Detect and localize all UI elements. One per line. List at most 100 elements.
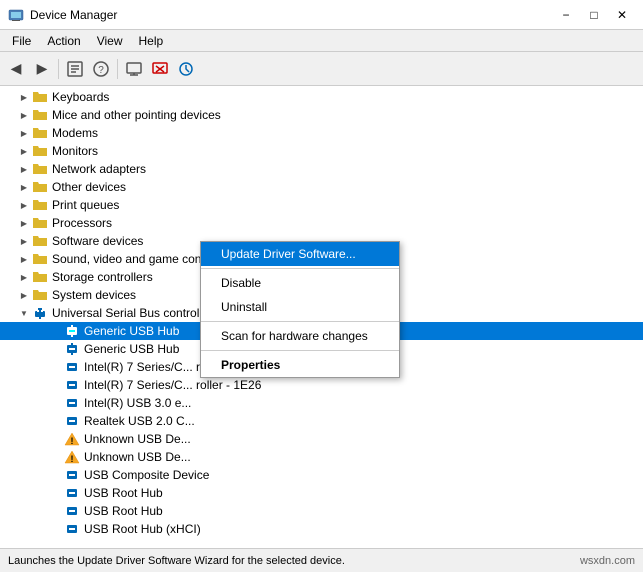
- list-item[interactable]: Print queues: [0, 196, 643, 214]
- expand-arrow: [48, 467, 64, 483]
- warning-icon: !: [64, 431, 80, 447]
- usb-device-icon: [64, 503, 80, 519]
- minimize-button[interactable]: −: [553, 5, 579, 25]
- item-label: Modems: [52, 126, 98, 140]
- item-label: Other devices: [52, 180, 126, 194]
- folder-icon: [32, 287, 48, 303]
- toolbar: ◀ ▶ ?: [0, 52, 643, 86]
- menu-file[interactable]: File: [4, 32, 39, 50]
- toolbar-separator-1: [58, 59, 59, 79]
- status-brand: wsxdn.com: [580, 555, 635, 567]
- expand-arrow[interactable]: [16, 143, 32, 159]
- expand-arrow[interactable]: [16, 89, 32, 105]
- item-label: USB Composite Device: [84, 468, 209, 482]
- list-item[interactable]: Realtek USB 2.0 C...: [0, 412, 643, 430]
- list-item[interactable]: Keyboards: [0, 88, 643, 106]
- svg-text:?: ?: [98, 65, 104, 76]
- menu-bar: File Action View Help: [0, 30, 643, 52]
- svg-text:!: !: [71, 436, 74, 446]
- list-item[interactable]: USB Composite Device: [0, 466, 643, 484]
- list-item[interactable]: Intel(R) USB 3.0 e...: [0, 394, 643, 412]
- status-bar: Launches the Update Driver Software Wiza…: [0, 548, 643, 572]
- window-controls: − □ ✕: [553, 5, 635, 25]
- item-label: Storage controllers: [52, 270, 153, 284]
- usb-hub-icon: [32, 305, 48, 321]
- expand-arrow[interactable]: [16, 215, 32, 231]
- scan-button[interactable]: [174, 57, 198, 81]
- item-label: Processors: [52, 216, 112, 230]
- list-item[interactable]: Network adapters: [0, 160, 643, 178]
- context-menu-separator-2: [201, 321, 399, 322]
- list-item[interactable]: Monitors: [0, 142, 643, 160]
- expand-arrow[interactable]: [16, 305, 32, 321]
- uninstall-button[interactable]: [148, 57, 172, 81]
- item-label: Intel(R) USB 3.0 e...: [84, 396, 191, 410]
- expand-arrow: [48, 449, 64, 465]
- device-tree[interactable]: Keyboards Mice and other pointing device…: [0, 86, 643, 548]
- list-item[interactable]: USB Root Hub: [0, 484, 643, 502]
- expand-arrow[interactable]: [16, 269, 32, 285]
- usb-device-icon: [64, 395, 80, 411]
- folder-icon: [32, 179, 48, 195]
- expand-arrow[interactable]: [16, 179, 32, 195]
- list-item[interactable]: Mice and other pointing devices: [0, 106, 643, 124]
- list-item[interactable]: USB Root Hub: [0, 502, 643, 520]
- toolbar-separator-2: [117, 59, 118, 79]
- folder-icon: [32, 107, 48, 123]
- context-menu-scan[interactable]: Scan for hardware changes: [201, 324, 399, 348]
- expand-arrow[interactable]: [16, 251, 32, 267]
- list-item[interactable]: ! Unknown USB De...: [0, 448, 643, 466]
- expand-arrow[interactable]: [16, 107, 32, 123]
- menu-view[interactable]: View: [89, 32, 131, 50]
- menu-action[interactable]: Action: [39, 32, 88, 50]
- expand-arrow: [48, 503, 64, 519]
- display-button[interactable]: [122, 57, 146, 81]
- list-item[interactable]: Intel(R) 7 Series/C... roller - 1E26: [0, 376, 643, 394]
- list-item[interactable]: Processors: [0, 214, 643, 232]
- back-button[interactable]: ◀: [4, 57, 28, 81]
- folder-icon: [32, 125, 48, 141]
- usb-device-icon: [64, 341, 80, 357]
- close-button[interactable]: ✕: [609, 5, 635, 25]
- context-menu-update[interactable]: Update Driver Software...: [201, 242, 399, 266]
- warning-icon: !: [64, 449, 80, 465]
- folder-icon: [32, 197, 48, 213]
- item-label: Monitors: [52, 144, 98, 158]
- usb-device-icon: [64, 521, 80, 537]
- item-label: Software devices: [52, 234, 143, 248]
- expand-arrow: [48, 323, 64, 339]
- context-menu-properties[interactable]: Properties: [201, 353, 399, 377]
- context-menu-separator-3: [201, 350, 399, 351]
- expand-arrow[interactable]: [16, 125, 32, 141]
- expand-arrow: [48, 359, 64, 375]
- list-item[interactable]: Modems: [0, 124, 643, 142]
- context-menu-disable[interactable]: Disable: [201, 271, 399, 295]
- list-item[interactable]: USB Root Hub (xHCI): [0, 520, 643, 538]
- folder-icon: [32, 143, 48, 159]
- properties-button[interactable]: [63, 57, 87, 81]
- item-label: Realtek USB 2.0 C...: [84, 414, 195, 428]
- expand-arrow[interactable]: [16, 287, 32, 303]
- status-text: Launches the Update Driver Software Wiza…: [8, 555, 345, 567]
- expand-arrow[interactable]: [16, 197, 32, 213]
- usb-device-icon: [64, 377, 80, 393]
- expand-arrow[interactable]: [16, 233, 32, 249]
- folder-icon: [32, 161, 48, 177]
- help-button[interactable]: ?: [89, 57, 113, 81]
- list-item[interactable]: Other devices: [0, 178, 643, 196]
- maximize-button[interactable]: □: [581, 5, 607, 25]
- item-label: Generic USB Hub: [84, 324, 179, 338]
- item-label: Keyboards: [52, 90, 109, 104]
- list-item[interactable]: ! Unknown USB De...: [0, 430, 643, 448]
- context-menu-uninstall[interactable]: Uninstall: [201, 295, 399, 319]
- forward-button[interactable]: ▶: [30, 57, 54, 81]
- context-menu-separator-1: [201, 268, 399, 269]
- item-label: Print queues: [52, 198, 119, 212]
- folder-icon: [32, 251, 48, 267]
- menu-help[interactable]: Help: [131, 32, 172, 50]
- usb-device-icon: [64, 467, 80, 483]
- usb-device-icon: [64, 413, 80, 429]
- expand-arrow[interactable]: [16, 161, 32, 177]
- expand-arrow: [48, 395, 64, 411]
- title-bar: Device Manager − □ ✕: [0, 0, 643, 30]
